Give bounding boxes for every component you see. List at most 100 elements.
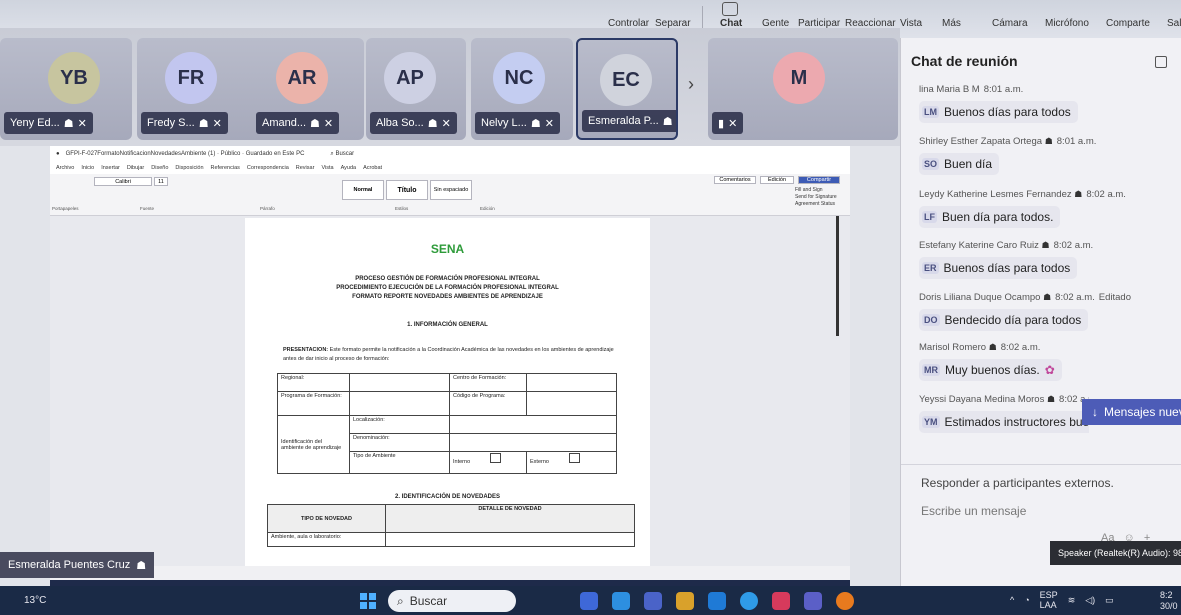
menu-referencias[interactable]: Referencias xyxy=(211,165,240,171)
centro-field[interactable] xyxy=(526,373,617,392)
wifi-icon[interactable]: ≋ xyxy=(1068,595,1076,606)
agreement-status-button[interactable]: Agreement Status xyxy=(795,201,835,207)
font-name-box[interactable]: Calibri xyxy=(94,177,152,186)
novedades-table: TIPO DE NOVEDAD DETALLE DE NOVEDAD Ambie… xyxy=(267,504,635,547)
chevron-up-icon[interactable]: ^ xyxy=(1010,595,1014,605)
menu-insertar[interactable]: Insertar xyxy=(101,165,120,171)
menu-inicio[interactable]: Inicio xyxy=(81,165,94,171)
group-clipboard: Portapapeles xyxy=(52,206,79,211)
language-indicator[interactable]: ESP LAA xyxy=(1040,590,1058,610)
message-text: Muy buenos días. xyxy=(945,363,1040,377)
menu-revisar[interactable]: Revisar xyxy=(296,165,315,171)
section-general-info: 1. INFORMACIÓN GENERAL xyxy=(407,322,488,328)
regional-field[interactable] xyxy=(349,373,450,392)
message-input[interactable]: Escribe un mensaje xyxy=(921,504,1026,518)
codigo-field[interactable] xyxy=(526,391,617,416)
style-normal[interactable]: Normal xyxy=(342,180,384,200)
message-sender: Marisol Romero xyxy=(919,342,987,353)
menu-archivo[interactable]: Archivo xyxy=(56,165,74,171)
general-info-table: Regional: Centro de Formación: Programa … xyxy=(277,373,617,474)
chevron-right-icon[interactable]: › xyxy=(688,74,694,95)
message-time: 8:01 a.m. xyxy=(983,84,1024,95)
teams-icon[interactable] xyxy=(804,592,822,610)
editing-button[interactable]: Edición xyxy=(760,176,794,184)
more-button[interactable]: Más xyxy=(942,18,961,29)
word-search[interactable]: ⌕ Buscar xyxy=(330,151,354,158)
weather-widget[interactable]: 13°C xyxy=(24,595,46,606)
style-title[interactable]: Título xyxy=(386,180,428,200)
style-no-spacing[interactable]: Sin espaciado xyxy=(430,180,472,200)
denominacion-field[interactable] xyxy=(449,433,617,452)
mic-off-icon: ✕ xyxy=(728,117,738,130)
battery-icon[interactable]: ▭ xyxy=(1105,595,1114,606)
taskbar-search[interactable]: ⌕ Buscar xyxy=(388,590,516,612)
participant-tile[interactable]: FR Fredy S... ☗ ✕ xyxy=(137,38,267,140)
share-doc-button[interactable]: Compartir xyxy=(798,176,840,184)
menu-acrobat[interactable]: Acrobat xyxy=(363,165,382,171)
participant-label: Amand... xyxy=(262,117,307,129)
folder-icon[interactable] xyxy=(676,592,694,610)
participant-tile[interactable]: YB Yeny Ed... ☗ ✕ xyxy=(0,38,132,140)
network-icon[interactable]: ◔ xyxy=(1024,595,1029,605)
edge-icon[interactable] xyxy=(612,592,630,610)
programa-field[interactable] xyxy=(349,391,450,416)
menu-correspondencia[interactable]: Correspondencia xyxy=(247,165,289,171)
autosave-toggle[interactable]: ● xyxy=(56,151,60,157)
store-icon[interactable] xyxy=(644,592,662,610)
participant-tile-presenter[interactable]: EC Esmeralda P... ☗ xyxy=(576,38,678,140)
camera-button[interactable]: Cámara xyxy=(992,18,1028,29)
presentation-text: Este formato permite la notificación a l… xyxy=(283,347,614,362)
clock[interactable]: 8:2 30/0 xyxy=(1160,590,1178,612)
people-icon: ☗ xyxy=(1043,292,1052,302)
windows-start-icon[interactable] xyxy=(360,593,376,609)
new-messages-button[interactable]: ↓ Mensajes nuevos xyxy=(1082,399,1181,425)
message-time: 8:02 a.m. xyxy=(1000,342,1041,353)
avatar: NC xyxy=(493,52,545,104)
share-button[interactable]: Comparte xyxy=(1106,18,1150,29)
message-text: Buen día xyxy=(944,157,993,171)
reply-external-link[interactable]: Responder a participantes externos. xyxy=(921,476,1114,490)
browser-icon[interactable] xyxy=(708,592,726,610)
localizacion-field[interactable] xyxy=(449,415,617,434)
group-editing: Edición xyxy=(480,206,495,211)
menu-diseno[interactable]: Diseño xyxy=(151,165,168,171)
chrome-icon[interactable] xyxy=(740,592,758,610)
participant-tile[interactable]: AP Alba So... ☗ ✕ xyxy=(366,38,466,140)
font-size-box[interactable]: 11 xyxy=(154,177,168,186)
popout-icon[interactable] xyxy=(1155,56,1167,68)
externo-checkbox[interactable] xyxy=(568,453,580,463)
volume-icon[interactable]: ◁) xyxy=(1085,595,1095,606)
document-scrollbar[interactable] xyxy=(836,216,839,336)
participant-tile[interactable]: M ▮ ✕ xyxy=(708,38,898,140)
fill-sign-button[interactable]: Fill and Sign xyxy=(795,187,823,193)
interno-label: Interno xyxy=(453,459,471,465)
file-explorer-icon[interactable] xyxy=(580,592,598,610)
menu-dibujar[interactable]: Dibujar xyxy=(127,165,144,171)
app-icon[interactable] xyxy=(772,592,790,610)
mic-off-icon: ✕ xyxy=(323,117,334,130)
leave-button[interactable]: Sal xyxy=(1167,18,1181,29)
language-region: LAA xyxy=(1039,600,1057,610)
row-ambiente-detail[interactable] xyxy=(385,532,635,547)
participant-name: Fredy S... ☗ ✕ xyxy=(141,112,228,134)
menu-ayuda[interactable]: Ayuda xyxy=(341,165,357,171)
participant-tile[interactable]: AR Amand... ☗ ✕ xyxy=(252,38,364,140)
group-paragraph: Párrafo xyxy=(260,206,275,211)
document-page[interactable]: SENA PROCESO GESTIÓN DE FORMACIÓN PROFES… xyxy=(245,218,650,566)
comments-button[interactable]: Comentarios xyxy=(714,176,756,184)
send-signature-button[interactable]: Send for Signature xyxy=(795,194,837,200)
message-sender: Leydy Katherine Lesmes Fernandez xyxy=(919,189,1072,200)
chat-title: Chat de reunión xyxy=(911,53,1018,69)
message-time: 8:02 a.m. xyxy=(1086,189,1126,200)
mic-off-icon: ✕ xyxy=(212,117,222,130)
menu-vista[interactable]: Vista xyxy=(321,165,333,171)
group-styles: Estilos xyxy=(395,206,409,211)
interno-checkbox[interactable] xyxy=(490,453,502,463)
view-button[interactable]: Vista xyxy=(900,18,922,29)
firefox-icon[interactable] xyxy=(836,592,854,610)
menu-disposicion[interactable]: Disposición xyxy=(175,165,203,171)
word-menu-bar: Archivo Inicio Insertar Dibujar Diseño D… xyxy=(50,162,850,174)
microphone-button[interactable]: Micrófono xyxy=(1045,18,1089,29)
people-icon: ☗ xyxy=(1041,240,1050,250)
participant-tile[interactable]: NC Nelvy L... ☗ ✕ xyxy=(471,38,573,140)
